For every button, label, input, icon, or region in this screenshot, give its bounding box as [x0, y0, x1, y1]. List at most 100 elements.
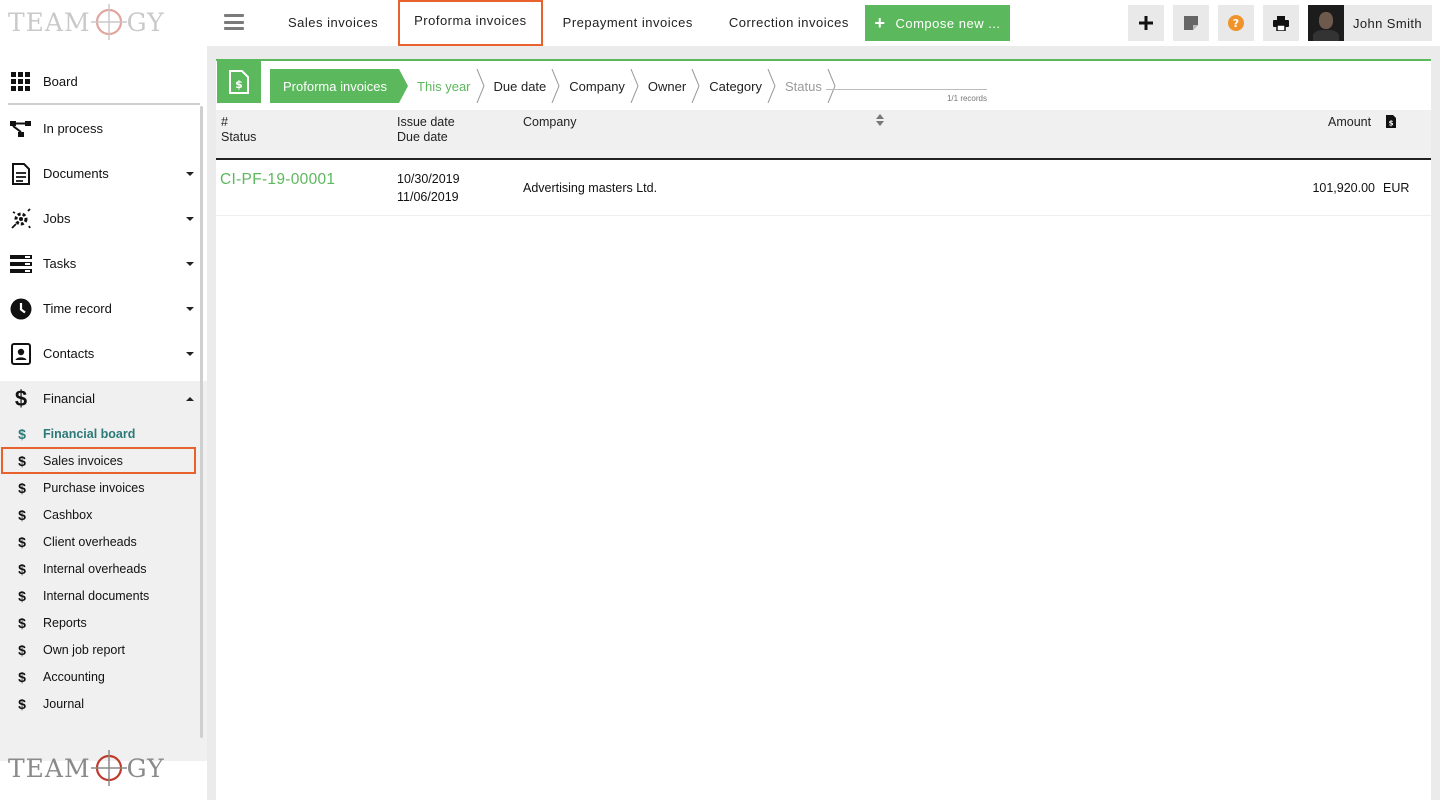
sidebar-item-label: Documents [43, 166, 109, 181]
sidebar-item-contacts[interactable]: Contacts [0, 331, 200, 376]
crumb-this-year[interactable]: This year [399, 69, 485, 103]
tab-prepayment-invoices[interactable]: Prepayment invoices [545, 0, 711, 46]
sidebar-sub-cashbox[interactable]: $ Cashbox [0, 501, 200, 528]
document-icon [10, 162, 32, 185]
chevron-right-icon [476, 69, 485, 103]
sidebar-sub-sales-invoices[interactable]: $ Sales invoices [1, 447, 196, 474]
sort-icon[interactable] [876, 114, 884, 126]
sidebar-item-label: Financial [43, 391, 96, 406]
grid-icon [10, 71, 32, 93]
sidebar-sub-internal-overheads[interactable]: $ Internal overheads [0, 555, 200, 582]
user-menu[interactable]: John Smith [1308, 5, 1432, 41]
help-icon: ? [1228, 15, 1244, 31]
chevron-right-icon [551, 69, 560, 103]
sidebar-item-board[interactable]: Board [0, 59, 200, 104]
sidebar-sub-label: Own job report [43, 642, 125, 657]
crumb-label: Owner [647, 78, 687, 94]
document-type-badge: $ [217, 61, 261, 103]
sidebar-sub-label: Reports [43, 615, 87, 630]
sidebar-sub-accounting[interactable]: $ Accounting [0, 663, 200, 690]
compose-label: Compose new ... [895, 15, 1001, 31]
sidebar-item-label: Jobs [43, 211, 71, 226]
add-button[interactable] [1128, 5, 1164, 41]
chevron-down-icon [186, 216, 194, 221]
company-cell: Advertising masters Ltd. [523, 181, 658, 195]
logo-text-left: TEAM [8, 753, 91, 783]
sidebar-scrollbar[interactable] [200, 106, 203, 738]
tasks-icon [10, 253, 32, 275]
crumb-company[interactable]: Company [560, 69, 639, 103]
sidebar-sub-purchase-invoices[interactable]: $ Purchase invoices [0, 474, 200, 501]
tab-proforma-invoices[interactable]: Proforma invoices [396, 0, 545, 48]
tab-sales-invoices[interactable]: Sales invoices [270, 0, 396, 46]
sidebar-sub-label: Client overheads [43, 534, 137, 549]
header-company[interactable]: Company [523, 115, 577, 130]
clock-icon [10, 298, 32, 320]
jobs-icon [10, 207, 32, 230]
sidebar-sub-journal[interactable]: $ Journal [0, 690, 200, 717]
chevron-down-icon [186, 261, 194, 266]
help-button[interactable]: ? [1218, 5, 1254, 41]
dollar-icon: $ [18, 668, 26, 685]
table-row[interactable]: CI-PF-19-00001 10/30/2019 11/06/2019 Adv… [216, 161, 1431, 216]
contacts-icon [10, 342, 32, 365]
sidebar-sub-label: Sales invoices [43, 453, 123, 468]
issue-date-cell: 10/30/2019 [397, 172, 460, 186]
print-button[interactable] [1263, 5, 1299, 41]
search-input[interactable] [826, 73, 987, 88]
crumb-category[interactable]: Category [700, 69, 776, 103]
sidebar-sub-own-job-report[interactable]: $ Own job report [0, 636, 200, 663]
records-count: 1/1 records [946, 94, 987, 103]
dollar-icon: $ [18, 560, 26, 577]
dollar-icon: $ [14, 385, 28, 411]
header-status[interactable]: Status [221, 130, 256, 145]
sidebar-item-tasks[interactable]: Tasks [0, 241, 200, 286]
sidebar-sub-internal-documents[interactable]: $ Internal documents [0, 582, 200, 609]
crumb-label: Status [784, 78, 822, 94]
crumb-proforma-invoices[interactable]: Proforma invoices [270, 69, 409, 103]
sidebar-item-label: Tasks [43, 256, 77, 271]
top-bar: TEAM GY Sales invoices Proforma invoices… [0, 0, 1440, 46]
invoice-number-link[interactable]: CI-PF-19-00001 [220, 171, 335, 189]
header-issue-date[interactable]: Issue date [397, 115, 455, 130]
sidebar-item-in-process[interactable]: In process [0, 106, 200, 151]
sidebar-item-documents[interactable]: Documents [0, 151, 200, 196]
filter-breadcrumb: Proforma invoices This year Due date Com… [270, 69, 836, 103]
sidebar-sub-label: Financial board [43, 426, 136, 441]
sidebar-sub-label: Journal [43, 696, 84, 711]
sidebar-sub-financial-board[interactable]: $ Financial board [0, 420, 200, 447]
table-header: # Status Issue date Due date Company Amo… [216, 110, 1431, 160]
crumb-due-date[interactable]: Due date [485, 69, 561, 103]
chevron-up-icon [186, 396, 194, 401]
menu-toggle-icon[interactable] [224, 14, 244, 30]
header-due-date[interactable]: Due date [397, 130, 448, 145]
sidebar-sub-client-overheads[interactable]: $ Client overheads [0, 528, 200, 555]
compose-new-button[interactable]: + Compose new ... [865, 5, 1010, 41]
tab-correction-invoices[interactable]: Correction invoices [711, 0, 867, 46]
crumb-label: This year [417, 78, 471, 94]
sidebar-item-financial[interactable]: $ Financial [0, 376, 200, 421]
user-name: John Smith [1353, 15, 1423, 31]
sidebar-item-jobs[interactable]: Jobs [0, 196, 200, 241]
logo-target-icon [90, 4, 127, 40]
header-amount[interactable]: Amount [1328, 115, 1371, 130]
teamogy-logo[interactable]: TEAM GY [8, 2, 165, 42]
sticky-note-button[interactable] [1173, 5, 1209, 41]
svg-text:$: $ [235, 78, 243, 91]
sidebar-item-label: Time record [43, 301, 112, 316]
crumb-label: Category [709, 78, 762, 94]
export-icon[interactable]: $ [1386, 115, 1396, 128]
header-number[interactable]: # [221, 115, 228, 130]
dollar-icon: $ [18, 452, 26, 469]
sidebar-sub-label: Accounting [43, 669, 105, 684]
dollar-icon: $ [18, 479, 26, 496]
crumb-label: Company [569, 78, 625, 94]
sidebar-sub-reports[interactable]: $ Reports [0, 609, 200, 636]
logo-text-right: GY [126, 753, 165, 783]
crumb-owner[interactable]: Owner [639, 69, 700, 103]
avatar [1308, 5, 1344, 41]
chevron-down-icon [186, 171, 194, 176]
sidebar-item-time-record[interactable]: Time record [0, 286, 200, 331]
logo-text-right: GY [126, 7, 165, 37]
search-box: 1/1 records [826, 72, 987, 103]
